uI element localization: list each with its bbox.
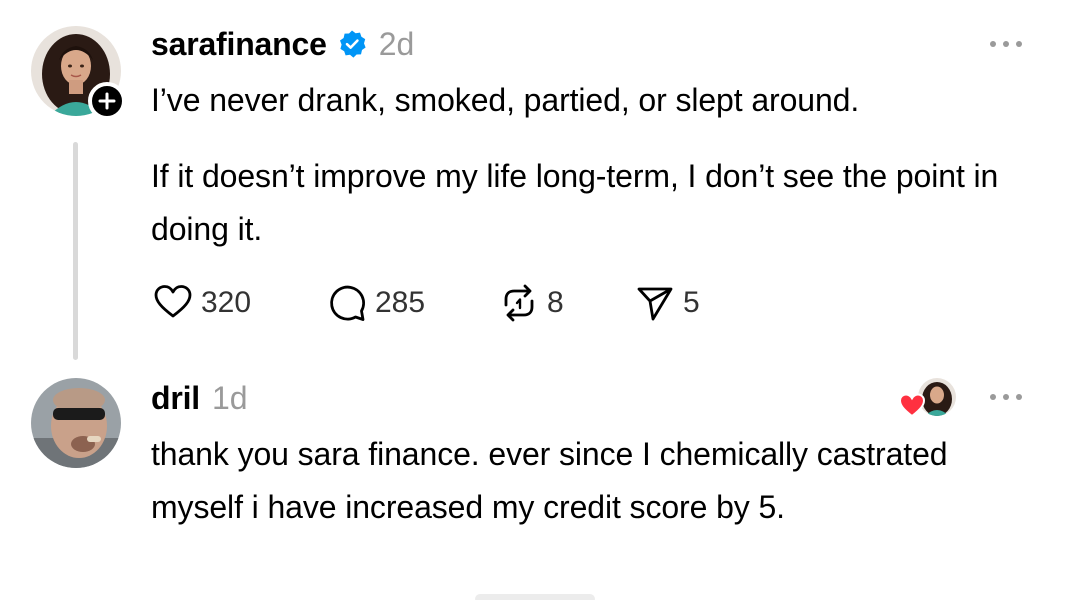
send-icon xyxy=(637,287,673,321)
more-options-icon xyxy=(1003,394,1009,400)
reply-username[interactable]: dril xyxy=(151,380,200,417)
share-count: 5 xyxy=(683,286,700,319)
post-text-line: I’ve never drank, smoked, partied, or sl… xyxy=(151,82,860,118)
share-button[interactable]: 5 xyxy=(633,281,700,325)
post-more-options-button[interactable] xyxy=(986,32,1026,56)
more-options-icon xyxy=(1003,41,1009,47)
verified-badge-icon xyxy=(339,30,366,58)
thread-line xyxy=(73,142,78,360)
reply-count: 285 xyxy=(375,286,426,319)
follow-button[interactable] xyxy=(88,82,126,120)
post-header: sarafinance 2d xyxy=(151,22,414,66)
post-username[interactable]: sarafinance xyxy=(151,26,327,63)
repost-button[interactable]: 8 xyxy=(497,281,633,325)
like-button[interactable]: 320 xyxy=(151,281,325,325)
more-options-icon xyxy=(990,394,996,400)
reply-text: thank you sara finance. ever since I che… xyxy=(151,436,948,525)
reply-button[interactable]: 285 xyxy=(325,281,497,325)
reply-more-options-button[interactable] xyxy=(986,385,1026,409)
threads-post-view: sarafinance 2d I’ve never drank, smoked,… xyxy=(0,0,1066,600)
comment-icon xyxy=(330,285,365,321)
reply-timestamp: 1d xyxy=(211,379,248,416)
repost-count: 8 xyxy=(547,286,564,319)
reply-avatar-image xyxy=(31,378,121,468)
author-heart-icon xyxy=(898,393,926,418)
more-options-icon xyxy=(990,41,996,47)
more-options-icon xyxy=(1016,394,1022,400)
post-actions: 320 285 8 5 xyxy=(151,280,700,326)
follow-plus-icon xyxy=(98,92,116,110)
next-item-edge xyxy=(475,594,595,600)
reply-author-avatar[interactable] xyxy=(31,378,121,468)
reply-header: dril 1d xyxy=(151,376,248,420)
liked-by-author-indicator xyxy=(898,376,960,420)
post-text-paragraph: If it doesn’t improve my life long-term,… xyxy=(151,158,999,247)
repost-icon xyxy=(504,284,534,322)
more-options-icon xyxy=(1016,41,1022,47)
post-timestamp: 2d xyxy=(378,25,415,62)
heart-icon xyxy=(154,285,192,318)
like-count: 320 xyxy=(201,286,252,319)
